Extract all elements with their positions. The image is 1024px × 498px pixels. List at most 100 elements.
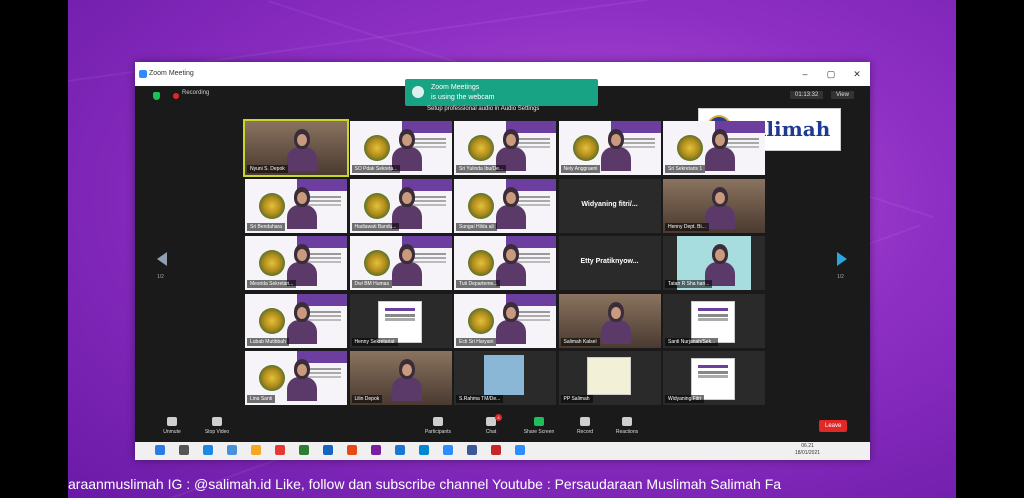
prev-page-arrow-icon[interactable] — [157, 252, 167, 266]
close-button[interactable]: ✕ — [844, 62, 870, 86]
taskbar-app-icon[interactable] — [179, 445, 189, 455]
notification-title: Zoom Meetings — [431, 84, 480, 91]
recording-label[interactable]: Recording — [182, 90, 209, 96]
participant-name-label: Henny Dept. Bi... — [665, 222, 709, 231]
participant-tile[interactable]: Sri Sekretaris 1 — [663, 121, 765, 175]
mic-off-button[interactable]: Unmute — [147, 417, 197, 435]
taskbar-app-icon[interactable] — [443, 445, 453, 455]
mic-off-icon — [167, 417, 177, 426]
participant-tile[interactable]: Dwi BM Humas — [349, 236, 452, 290]
recording-dot-icon — [173, 93, 179, 99]
taskbar-app-icon[interactable] — [491, 445, 501, 455]
participant-video — [287, 186, 317, 229]
page-indicator-right: 1/2 — [837, 274, 844, 280]
zoom-window: Zoom Meeting – ▢ ✕ Recording 01:13:32 Vi… — [135, 62, 870, 460]
security-shield-icon[interactable] — [153, 92, 160, 100]
participant-video — [496, 129, 526, 171]
shared-slide — [691, 300, 735, 343]
maximize-button[interactable]: ▢ — [818, 62, 844, 86]
taskbar-app-icon[interactable] — [203, 445, 213, 455]
participant-tile[interactable]: Tuti Departeme... — [454, 236, 556, 290]
participant-tile[interactable]: Lina Santi — [245, 351, 347, 405]
webcam-notification[interactable]: Zoom Meetings is using the webcam — [405, 79, 598, 106]
participant-video — [496, 244, 526, 286]
participant-name-display: Widyaning fitri/... — [581, 200, 638, 208]
participant-name-label: Henny Sekretariat — [351, 337, 398, 346]
participants-button[interactable]: Participants — [413, 417, 463, 435]
participant-tile[interactable]: Sri Yulinda Ibu/De... — [454, 121, 556, 175]
participant-name-label: Hadiawati Bandu... — [351, 222, 400, 231]
windows-taskbar — [135, 442, 870, 460]
zoom-app-icon — [139, 70, 147, 78]
participant-name-label: Lina Santi — [247, 395, 276, 403]
control-label: Chat — [485, 429, 497, 435]
participant-video — [287, 129, 317, 171]
participant-tile[interactable]: Widyaning fitri/... — [558, 178, 661, 233]
news-ticker: araanmuslimah IG : @salimah.id Like, fol… — [68, 470, 956, 498]
participant-tile[interactable]: Mesrida Sekretari... — [245, 236, 347, 290]
taskbar-app-icon[interactable] — [395, 445, 405, 455]
taskbar-app-icon[interactable] — [299, 445, 309, 455]
participant-tile[interactable]: Henny Sekretariat — [349, 293, 452, 348]
participant-name-label: Nyuni S. Depok — [247, 165, 288, 173]
minimize-button[interactable]: – — [792, 62, 818, 86]
next-page-arrow-icon[interactable] — [837, 252, 847, 266]
video-icon — [212, 417, 222, 426]
participant-tile[interactable]: Hadiawati Bandu... — [349, 178, 452, 233]
participant-video — [496, 301, 526, 344]
participant-tile[interactable]: Santi Nurjanah/Sek... — [663, 293, 765, 348]
participant-tile[interactable]: PP Salimah — [558, 351, 661, 405]
participant-tile[interactable]: Tatan R Sha hari... — [663, 236, 765, 290]
taskbar-app-icon[interactable] — [275, 445, 285, 455]
chat-button[interactable]: Chat — [466, 417, 516, 435]
start-menu-icon[interactable] — [155, 445, 165, 455]
participant-name-label: Salimah Kalsel — [560, 337, 600, 346]
participant-name-label: Ecti Sri Haryani — [456, 337, 497, 346]
participant-tile[interactable]: Lilin Depok — [349, 351, 452, 405]
participant-name-label: Santi Nurjanah/Sek... — [665, 337, 719, 346]
participant-tile[interactable]: Etty Pratiknyow... — [558, 236, 661, 290]
participant-tile[interactable]: Nyuni S. Depok — [243, 119, 349, 177]
participant-name-label: Lilin Depok — [351, 395, 383, 403]
participant-video — [600, 129, 631, 171]
audio-settings-note[interactable]: Setup professional audio in Audio Settin… — [427, 106, 539, 112]
taskbar-app-icon[interactable] — [467, 445, 477, 455]
participant-tile[interactable]: Lubab Mutibbah — [245, 293, 347, 348]
clock-date: 18/01/2021 — [795, 450, 821, 456]
leave-button[interactable]: Leave — [819, 420, 848, 432]
webcam-icon — [412, 86, 424, 98]
profile-photo — [586, 357, 631, 395]
participant-tile[interactable]: Henny Dept. Bi... — [663, 178, 765, 233]
participant-video — [391, 186, 422, 229]
shared-slide — [377, 300, 422, 343]
meeting-timer: 01:13:32 — [790, 91, 824, 99]
participant-name-display: Etty Pratiknyow... — [580, 258, 639, 265]
taskbar-app-icon[interactable] — [419, 445, 429, 455]
video-button[interactable]: Stop Video — [192, 417, 242, 435]
taskbar-app-icon[interactable] — [371, 445, 381, 455]
taskbar-app-icon[interactable] — [323, 445, 333, 455]
control-label: Unmute — [163, 429, 181, 435]
participant-tile[interactable]: Salimah Kalsel — [558, 293, 661, 348]
participant-name-label: Nely Anggraeni — [560, 165, 601, 173]
participant-tile[interactable]: S.Rahma TM/De... — [454, 351, 556, 405]
participant-name-label: Sri Bendahara — [247, 222, 285, 231]
view-button[interactable]: View — [831, 91, 854, 99]
participant-tile[interactable]: Ecti Sri Haryani — [454, 293, 556, 348]
participant-tile[interactable]: SO Pdak Sekreta... — [349, 121, 452, 175]
taskbar-app-icon[interactable] — [227, 445, 237, 455]
page-indicator-left: 1/2 — [157, 274, 164, 280]
participant-tile[interactable]: Sri Bendahara — [245, 178, 347, 233]
reactions-button[interactable]: Reactions — [602, 417, 652, 435]
participant-name-label: Sri Yulinda Ibu/De... — [456, 165, 507, 173]
taskbar-app-icon[interactable] — [515, 445, 525, 455]
taskbar-app-icon[interactable] — [251, 445, 261, 455]
participant-name-label: SO Pdak Sekreta... — [351, 165, 401, 173]
profile-photo — [484, 355, 524, 395]
participant-tile[interactable]: Sungai Hilda ali — [454, 178, 556, 233]
share-screen-button[interactable]: Share Screen — [514, 417, 564, 435]
participant-tile[interactable]: Nely Anggraeni — [558, 121, 661, 175]
taskbar-app-icon[interactable] — [347, 445, 357, 455]
participant-video — [705, 186, 735, 229]
participant-tile[interactable]: Widyaning Fitri — [663, 351, 765, 405]
